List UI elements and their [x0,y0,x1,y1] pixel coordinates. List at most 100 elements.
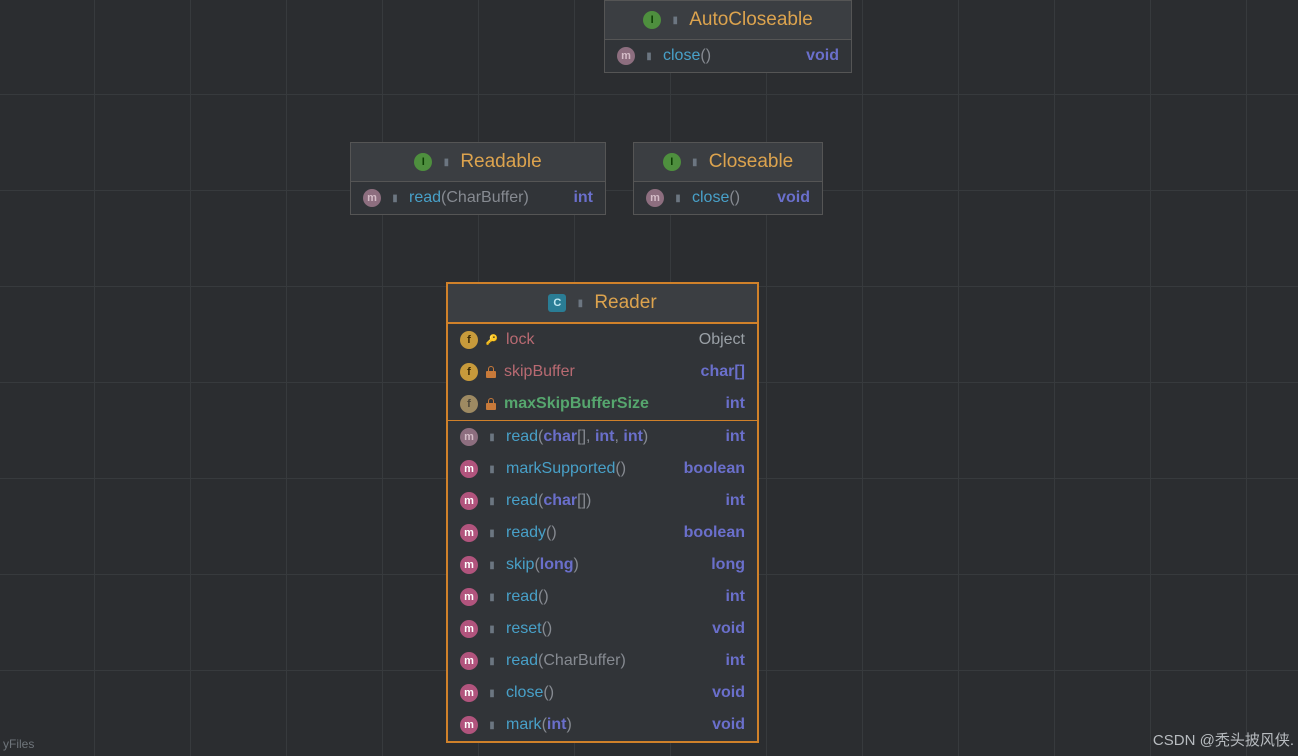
member-return: void [806,47,839,65]
m-icon: m [460,620,478,638]
member-signature: read(char[], int, int) [506,428,717,446]
member-row[interactable]: m ▮ close() void [448,677,757,709]
watermark: CSDN @秃头披风侠. [1153,729,1294,750]
member-return: void [712,620,745,638]
visibility-icon: ▮ [486,655,498,667]
member-return: int [573,189,593,207]
member-row[interactable]: m ▮ close() void [605,40,851,72]
member-signature: close() [506,684,704,702]
f-icon: f [460,363,478,381]
member-return: Object [699,331,745,349]
visibility-icon: ▮ [486,687,498,699]
member-signature: read(char[]) [506,492,717,510]
visibility-icon: ▮ [389,192,401,204]
member-return: int [725,588,745,606]
member-signature: maxSkipBufferSize [504,395,717,413]
node-reader[interactable]: C ▮ Reader f 🔑 lock Object f skipBuffer c… [446,282,759,743]
member-signature: lock [506,331,691,349]
ma-icon: m [363,189,381,207]
visibility-icon: ▮ [440,156,452,168]
ma-icon: m [460,428,478,446]
member-return: void [712,684,745,702]
m-icon: m [460,492,478,510]
ma-icon: m [617,47,635,65]
padlock-icon [486,398,496,410]
member-return: void [712,716,745,734]
m-icon: m [460,684,478,702]
m-icon: m [460,652,478,670]
m-icon: m [460,716,478,734]
member-signature: skip(long) [506,556,703,574]
visibility-icon: ▮ [486,527,498,539]
node-title: Reader [594,292,656,314]
member-signature: read() [506,588,717,606]
visibility-icon: ▮ [486,623,498,635]
node-header: C ▮ Reader [448,284,757,324]
padlock-icon [486,366,496,378]
class-icon: C [548,294,566,312]
m-icon: m [460,556,478,574]
member-row[interactable]: f skipBuffer char[] [448,356,757,388]
member-signature: mark(int) [506,716,704,734]
member-row[interactable]: f 🔑 lock Object [448,324,757,356]
m-icon: m [460,524,478,542]
member-return: int [725,395,745,413]
member-signature: close() [663,47,798,65]
node-autocloseable[interactable]: I ▮ AutoCloseable m ▮ close() void [604,0,852,73]
visibility-icon: ▮ [689,156,701,168]
node-readable[interactable]: I ▮ Readable m▮ read(CharBuffer) int [350,142,606,215]
member-row[interactable]: m ▮ mark(int) void [448,709,757,741]
interface-icon: I [663,153,681,171]
member-signature: reset() [506,620,704,638]
visibility-icon: ▮ [486,431,498,443]
visibility-icon: ▮ [669,14,681,26]
member-row[interactable]: f maxSkipBufferSize int [448,388,757,420]
node-title: Readable [460,151,541,173]
member-return: int [725,492,745,510]
ma-icon: m [646,189,664,207]
member-signature: skipBuffer [504,363,693,381]
diagram-canvas[interactable]: I ▮ AutoCloseable m ▮ close() void I ▮ Re… [0,0,1298,756]
member-row[interactable]: m ▮ reset() void [448,613,757,645]
member-return: int [725,428,745,446]
visibility-icon: ▮ [672,192,684,204]
member-signature: ready() [506,524,676,542]
node-header: I ▮ AutoCloseable [605,1,851,40]
member-row[interactable]: m▮ read(CharBuffer) int [351,182,605,214]
member-row[interactable]: m ▮ read(char[]) int [448,485,757,517]
member-signature: markSupported() [506,460,676,478]
fs-icon: f [460,395,478,413]
interface-icon: I [414,153,432,171]
member-signature: read(CharBuffer) [506,652,717,670]
visibility-icon: ▮ [486,463,498,475]
visibility-icon: ▮ [486,719,498,731]
member-return: char[] [701,363,745,381]
member-return: boolean [684,524,745,542]
node-header: I ▮ Closeable [634,143,822,182]
member-row[interactable]: m ▮ read() int [448,581,757,613]
node-title: AutoCloseable [689,9,813,31]
m-icon: m [460,588,478,606]
member-return: void [777,189,810,207]
node-closeable[interactable]: I ▮ Closeable m ▮ close() void [633,142,823,215]
node-header: I ▮ Readable [351,143,605,182]
member-row[interactable]: m ▮ skip(long) long [448,549,757,581]
key-icon: 🔑 [486,334,498,346]
member-signature: close() [692,189,769,207]
member-row[interactable]: m▮ read(CharBuffer) int [448,645,757,677]
powered-by: yFiles [3,737,34,751]
member-row[interactable]: m ▮ close() void [634,182,822,214]
member-row[interactable]: m ▮ markSupported() boolean [448,453,757,485]
visibility-icon: ▮ [486,495,498,507]
member-row[interactable]: m ▮ ready() boolean [448,517,757,549]
m-icon: m [460,460,478,478]
f-icon: f [460,331,478,349]
member-return: long [711,556,745,574]
visibility-icon: ▮ [486,591,498,603]
interface-icon: I [643,11,661,29]
member-row[interactable]: m ▮ read(char[], int, int) int [448,420,757,453]
member-return: boolean [684,460,745,478]
visibility-icon: ▮ [643,50,655,62]
node-title: Closeable [709,151,794,173]
visibility-icon: ▮ [486,559,498,571]
